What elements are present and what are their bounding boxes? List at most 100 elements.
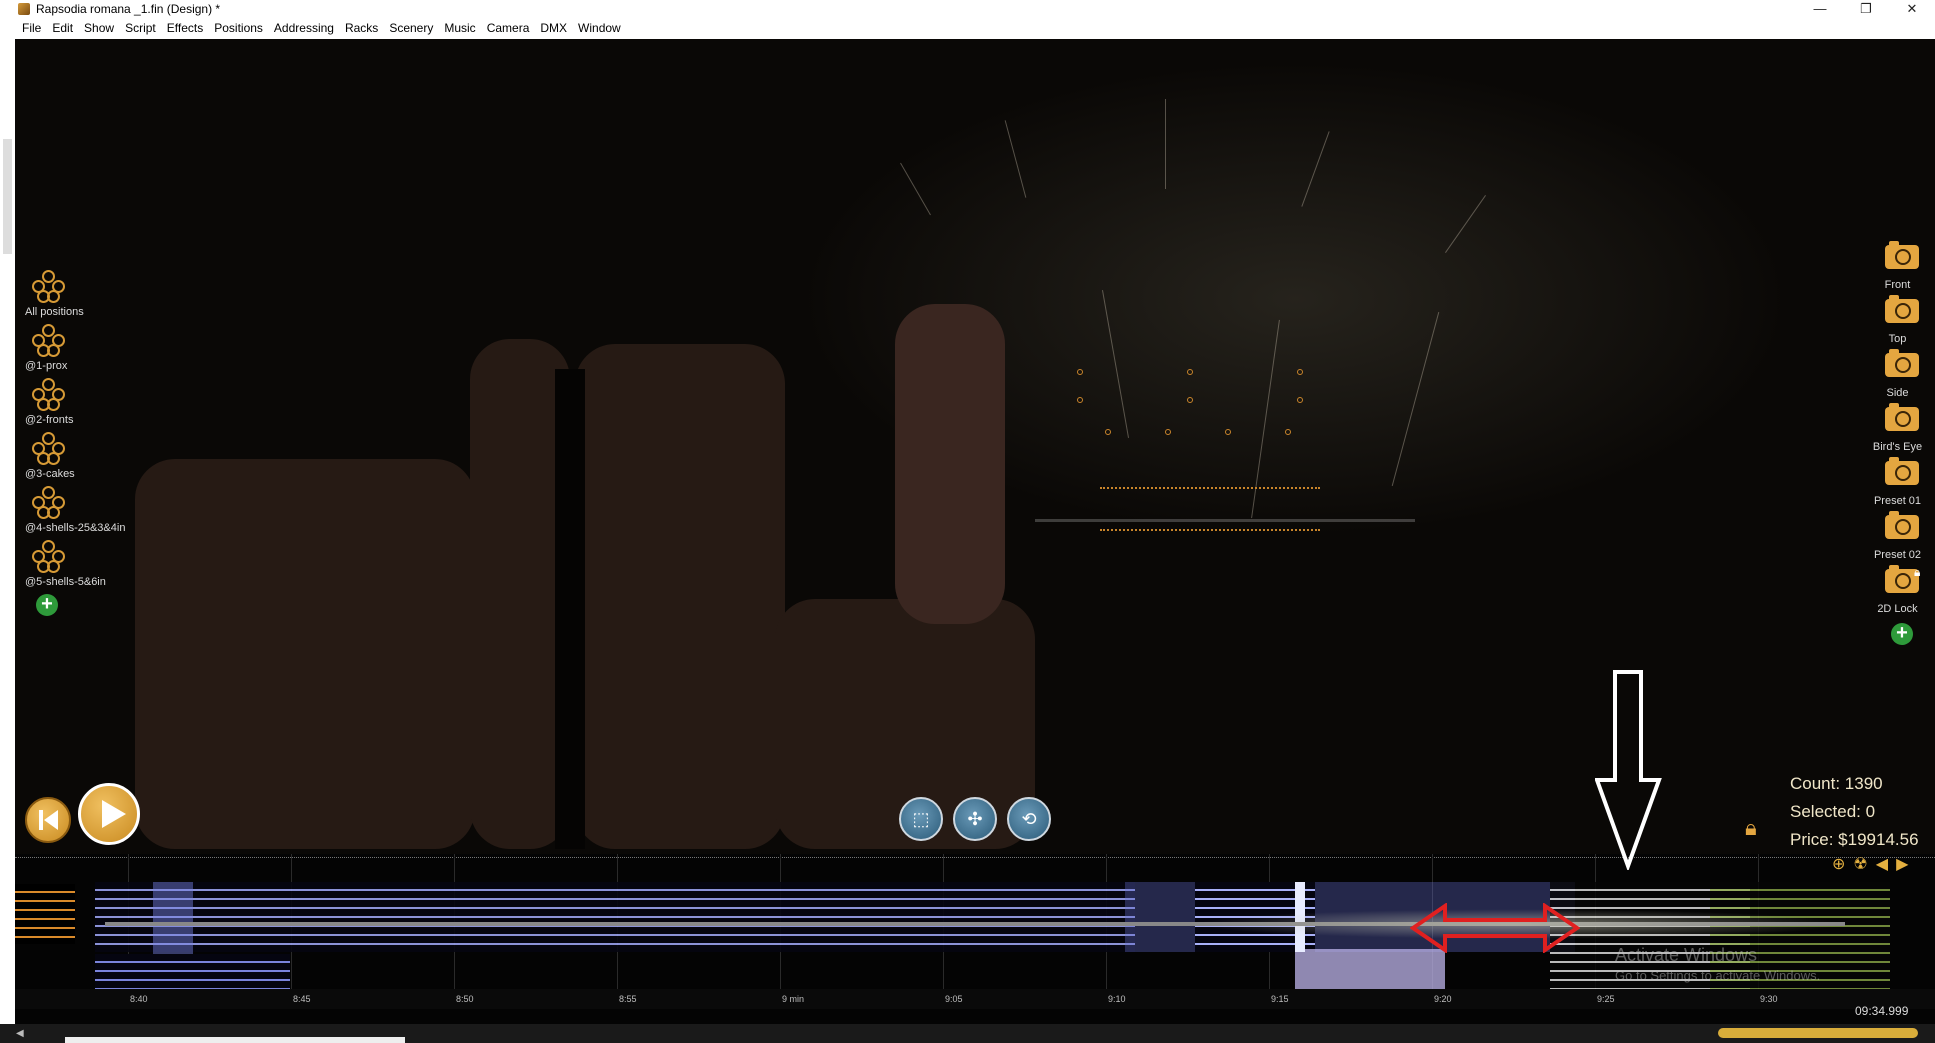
rack-row bbox=[1035, 519, 1415, 522]
timeline-panel[interactable]: 8:40 8:45 8:50 8:55 9 min 9:05 9:10 9:15… bbox=[15, 854, 1935, 1024]
timeline-zoom-thumb[interactable] bbox=[1718, 1028, 1918, 1038]
position-cluster-icon bbox=[32, 486, 65, 519]
maximize-button[interactable]: ❐ bbox=[1843, 0, 1889, 17]
camera-list: Front Top Side Bird's Eye Preset 01 Pres… bbox=[1860, 241, 1935, 645]
menu-window[interactable]: Window bbox=[578, 21, 621, 35]
camera-label: Preset 01 bbox=[1873, 495, 1922, 507]
menu-script[interactable]: Script bbox=[125, 21, 156, 35]
spark bbox=[1165, 99, 1166, 189]
position-3-cakes[interactable]: @3-cakes bbox=[25, 430, 165, 484]
pan-tool-button[interactable]: ✣ bbox=[953, 797, 997, 841]
menu-show[interactable]: Show bbox=[84, 21, 114, 35]
cue-track-blue[interactable] bbox=[95, 954, 290, 994]
cue-track-block[interactable] bbox=[1295, 949, 1445, 989]
terrain-field bbox=[575, 344, 785, 849]
activation-watermark-detail: Go to Settings to activate Windows. bbox=[1615, 968, 1821, 983]
rack-position[interactable] bbox=[1165, 429, 1171, 435]
menu-effects[interactable]: Effects bbox=[167, 21, 203, 35]
camera-side[interactable]: Side bbox=[1860, 349, 1935, 405]
time-readout: 09:34.999 bbox=[1855, 1004, 1909, 1018]
orbit-tool-button[interactable]: ⟲ bbox=[1007, 797, 1051, 841]
price-lock-icon[interactable]: 🔒︎ bbox=[1745, 815, 1757, 841]
camera-icon bbox=[1885, 295, 1919, 323]
tick-label: 9:10 bbox=[1108, 994, 1126, 1004]
close-button[interactable]: ✕ bbox=[1889, 0, 1935, 17]
menu-file[interactable]: File bbox=[22, 21, 41, 35]
minimize-button[interactable]: — bbox=[1797, 0, 1843, 17]
hazard-icon[interactable]: ☢ bbox=[1853, 854, 1867, 874]
scroll-thumb[interactable] bbox=[65, 1037, 405, 1043]
position-2-fronts[interactable]: @2-fronts bbox=[25, 376, 165, 430]
camera-birds-eye[interactable]: Bird's Eye bbox=[1860, 403, 1935, 459]
rack-position[interactable] bbox=[1297, 369, 1303, 375]
position-all[interactable]: All positions bbox=[25, 268, 165, 322]
position-5-shells[interactable]: @5-shells-5&6in bbox=[25, 538, 165, 592]
select-tool-button[interactable]: ⬚ bbox=[899, 797, 943, 841]
rack-position[interactable] bbox=[1187, 369, 1193, 375]
camera-2d-lock[interactable]: 🔒︎ 2D Lock bbox=[1860, 565, 1935, 621]
menu-music[interactable]: Music bbox=[444, 21, 475, 35]
menu-dmx[interactable]: DMX bbox=[540, 21, 567, 35]
position-label: @4-shells-25&3&4in bbox=[25, 522, 126, 534]
camera-preset-01[interactable]: Preset 01 bbox=[1860, 457, 1935, 513]
menu-positions[interactable]: Positions bbox=[214, 21, 263, 35]
price-readout: Price: $19914.56 bbox=[1790, 830, 1919, 849]
tick-label: 8:55 bbox=[619, 994, 637, 1004]
scroll-left-icon[interactable]: ◀ bbox=[16, 1028, 24, 1039]
window-controls: — ❐ ✕ bbox=[1797, 0, 1935, 17]
camera-icon bbox=[1885, 241, 1919, 269]
timeline-tools: ⊕ ☢ ◀ ▶ bbox=[1832, 854, 1908, 874]
rack-position[interactable] bbox=[1297, 397, 1303, 403]
position-label: @3-cakes bbox=[25, 468, 75, 480]
menu-racks[interactable]: Racks bbox=[345, 21, 378, 35]
position-label: All positions bbox=[25, 306, 84, 318]
rack-position[interactable] bbox=[1187, 397, 1193, 403]
add-position-button[interactable]: + bbox=[36, 594, 58, 616]
play-button[interactable] bbox=[78, 783, 140, 845]
position-4-shells[interactable]: @4-shells-25&3&4in bbox=[25, 484, 165, 538]
position-1-prox[interactable]: @1-prox bbox=[25, 322, 165, 376]
camera-label: Bird's Eye bbox=[1872, 441, 1923, 453]
camera-icon bbox=[1885, 349, 1919, 377]
cue-track-blue[interactable] bbox=[95, 882, 1135, 952]
position-cluster-icon bbox=[32, 432, 65, 465]
lock-icon: 🔒︎ bbox=[1914, 565, 1921, 579]
rack-position[interactable] bbox=[1225, 429, 1231, 435]
position-cluster-icon bbox=[32, 540, 65, 573]
tree-line bbox=[555, 369, 585, 849]
positions-list: All positions @1-prox @2-fronts @3-cakes… bbox=[25, 268, 165, 616]
rack-position[interactable] bbox=[1077, 397, 1083, 403]
menu-camera[interactable]: Camera bbox=[487, 21, 530, 35]
timeline-scrollbar[interactable]: ◀ bbox=[0, 1024, 1935, 1043]
tick-label: 9:05 bbox=[945, 994, 963, 1004]
rack-row bbox=[1100, 487, 1320, 493]
menu-edit[interactable]: Edit bbox=[52, 21, 73, 35]
rack-position[interactable] bbox=[1285, 429, 1291, 435]
add-camera-button[interactable]: + bbox=[1891, 623, 1913, 645]
previous-arrow-icon[interactable]: ◀ bbox=[1876, 854, 1888, 874]
camera-top[interactable]: Top bbox=[1860, 295, 1935, 351]
camera-label: Preset 02 bbox=[1873, 549, 1922, 561]
zoom-icon[interactable]: ⊕ bbox=[1832, 854, 1845, 874]
show-stats: Count: 1390 Selected: 0 Price: $19914.56 bbox=[1790, 770, 1930, 854]
count-readout: Count: 1390 bbox=[1790, 774, 1883, 793]
menu-bar: File Edit Show Script Effects Positions … bbox=[0, 17, 1935, 39]
camera-front[interactable]: Front bbox=[1860, 241, 1935, 297]
menu-addressing[interactable]: Addressing bbox=[274, 21, 334, 35]
rack-row bbox=[1100, 529, 1320, 535]
tick-label: 8:40 bbox=[130, 994, 148, 1004]
cue-track-orange bbox=[15, 884, 75, 944]
activation-watermark: Activate Windows bbox=[1615, 945, 1758, 965]
terrain-field bbox=[895, 304, 1005, 624]
rack-position[interactable] bbox=[1077, 369, 1083, 375]
position-cluster-icon bbox=[32, 324, 65, 357]
tick-label: 9:30 bbox=[1760, 994, 1778, 1004]
next-arrow-icon[interactable]: ▶ bbox=[1896, 854, 1908, 874]
rack-position[interactable] bbox=[1105, 429, 1111, 435]
selected-readout: Selected: 0 bbox=[1790, 802, 1876, 821]
camera-preset-02[interactable]: Preset 02 bbox=[1860, 511, 1935, 567]
position-cluster-icon bbox=[32, 378, 65, 411]
menu-scenery[interactable]: Scenery bbox=[389, 21, 433, 35]
left-scrollbar[interactable] bbox=[3, 139, 12, 254]
rewind-button[interactable] bbox=[25, 797, 71, 843]
